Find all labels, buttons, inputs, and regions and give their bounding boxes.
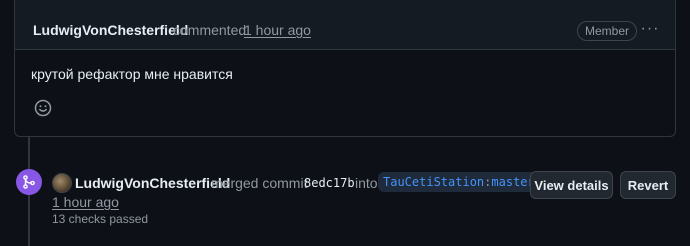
checks-status[interactable]: 13 checks passed	[52, 212, 148, 226]
merge-action-text: merged commit	[211, 175, 308, 191]
merge-timestamp-link[interactable]: 1 hour ago	[52, 194, 119, 210]
revert-button[interactable]: Revert	[620, 171, 676, 199]
avatar[interactable]	[52, 173, 72, 193]
view-details-button[interactable]: View details	[530, 171, 613, 199]
git-merge-badge	[16, 169, 42, 195]
kebab-menu-icon[interactable]: ···	[639, 18, 661, 40]
commit-sha-link[interactable]: 8edc17b	[304, 176, 355, 190]
git-merge-icon	[23, 175, 35, 189]
comment-timestamp-link[interactable]: 1 hour ago	[244, 22, 311, 38]
member-badge: Member	[577, 21, 638, 41]
branch-repo: TauCetiStation	[383, 175, 485, 189]
branch-name: master	[491, 175, 535, 189]
comment-action-text: commented	[173, 22, 247, 38]
into-text: into	[355, 175, 378, 191]
comment-card: LudwigVonChesterfield commented 1 hour a…	[14, 0, 676, 137]
merge-author-link[interactable]: LudwigVonChesterfield	[75, 175, 230, 191]
target-branch-link[interactable]: TauCetiStation:master	[378, 172, 540, 192]
comment-header: LudwigVonChesterfield commented 1 hour a…	[15, 0, 675, 50]
comment-body: крутой рефактор мне нравится	[31, 66, 233, 82]
add-reaction-button[interactable]	[32, 97, 54, 119]
smiley-icon	[34, 99, 52, 117]
comment-author-link[interactable]: LudwigVonChesterfield	[33, 22, 188, 38]
